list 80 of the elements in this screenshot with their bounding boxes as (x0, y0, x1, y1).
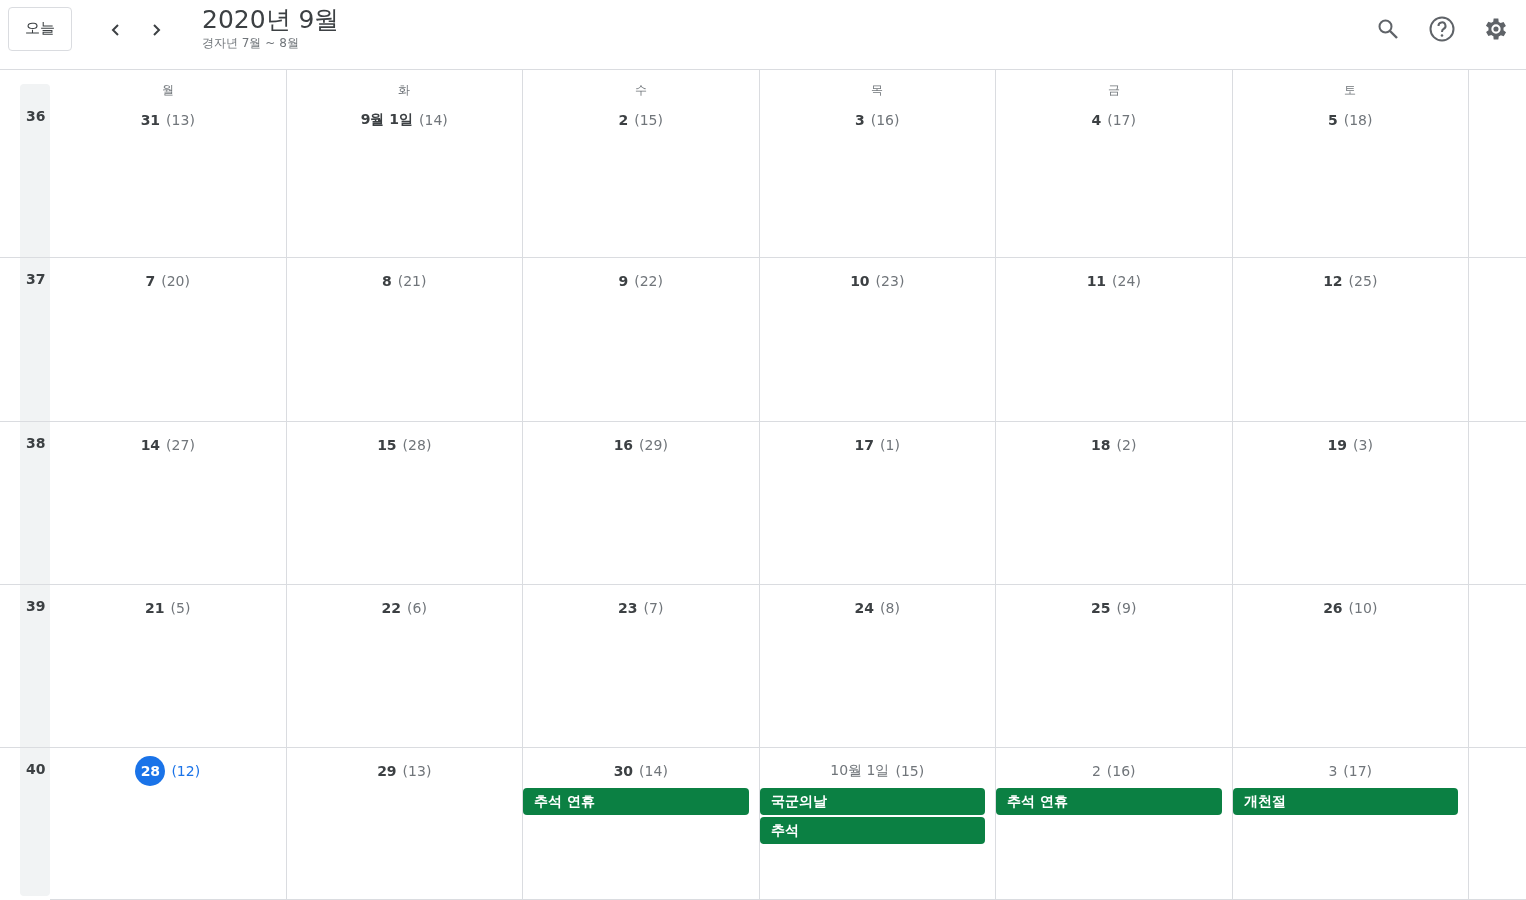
lunar-subtitle: 경자년 7월 ~ 8월 (202, 35, 300, 52)
event-chip[interactable]: 추석 (759, 817, 985, 844)
week-number: 39 (26, 598, 46, 614)
week-number: 37 (26, 271, 46, 287)
date-number[interactable]: 19 (1327, 437, 1348, 453)
lunar-date: (16) (1106, 763, 1136, 779)
lunar-date: (13) (402, 763, 432, 779)
date-number[interactable]: 12 (1323, 273, 1343, 289)
date-number[interactable]: 3 (1328, 763, 1338, 779)
lunar-date: (7) (643, 600, 664, 616)
date-number[interactable]: 9 (618, 273, 629, 289)
lunar-date: (29) (639, 437, 668, 453)
date-number[interactable]: 23 (618, 600, 638, 616)
event-chip[interactable]: 추석 연휴 (996, 788, 1222, 815)
week-number: 40 (26, 761, 46, 777)
weekday-label: 목 (870, 82, 885, 99)
date-number[interactable]: 29 (377, 763, 397, 779)
date-number[interactable]: 31 (140, 112, 161, 128)
date-number[interactable]: 15 (377, 437, 397, 453)
lunar-date: (14) (419, 112, 448, 128)
month-title: 2020년 9월 (202, 5, 340, 35)
date-number[interactable]: 11 (1086, 273, 1107, 289)
date-number[interactable]: 3 (855, 112, 865, 128)
date-number[interactable]: 5 (1328, 112, 1338, 128)
lunar-date: (8) (880, 600, 900, 616)
lunar-date: (23) (875, 273, 905, 289)
date-number[interactable]: 16 (613, 437, 634, 453)
date-number[interactable]: 2 (618, 112, 629, 128)
date-number[interactable]: 17 (854, 437, 875, 453)
lunar-date: (16) (870, 112, 900, 128)
date-number[interactable]: 8 (382, 273, 392, 289)
lunar-date: (20) (161, 273, 190, 289)
weekday-label: 월 (160, 82, 175, 99)
lunar-date: (14) (639, 763, 668, 779)
date-number[interactable]: 25 (1091, 600, 1111, 616)
date-number[interactable]: 7 (145, 273, 156, 289)
date-number[interactable]: 10 (850, 273, 870, 289)
lunar-date: (21) (397, 273, 427, 289)
week-number: 38 (26, 435, 46, 451)
lunar-date: (13) (166, 112, 195, 128)
lunar-date: (3) (1353, 437, 1373, 453)
lunar-date: (25) (1348, 273, 1378, 289)
lunar-date: (17) (1107, 112, 1136, 128)
date-number[interactable]: 2 (1091, 763, 1101, 779)
date-number[interactable]: 18 (1091, 437, 1111, 453)
date-number[interactable]: 30 (613, 763, 634, 779)
lunar-date: (24) (1112, 273, 1141, 289)
date-number[interactable]: 26 (1323, 600, 1343, 616)
lunar-date: (28) (402, 437, 432, 453)
lunar-date: (2) (1116, 437, 1137, 453)
date-number[interactable]: 14 (140, 437, 161, 453)
weekday-label: 토 (1343, 82, 1358, 99)
today-button[interactable]: 오늘 (8, 6, 72, 51)
lunar-date: (27) (166, 437, 195, 453)
date-number[interactable]: 21 (145, 600, 165, 616)
lunar-date: (6) (407, 600, 427, 616)
date-number[interactable]: 10월 1일 (830, 762, 890, 780)
weekday-label: 화 (397, 82, 412, 99)
lunar-date: (10) (1348, 600, 1378, 616)
lunar-date: (22) (634, 273, 663, 289)
date-number[interactable]: 22 (381, 600, 402, 616)
week-number: 36 (26, 108, 46, 124)
event-chip[interactable]: 추석 연휴 (523, 788, 749, 815)
lunar-date: (1) (880, 437, 900, 453)
lunar-date: (5) (170, 600, 191, 616)
lunar-date: (9) (1116, 600, 1137, 616)
date-number[interactable]: 24 (854, 600, 875, 616)
lunar-date: (15) (895, 763, 925, 779)
weekday-label: 금 (1106, 82, 1121, 99)
event-chip[interactable]: 국군의날 (759, 788, 985, 815)
date-number[interactable]: 9월 1일 (360, 111, 414, 129)
lunar-date: (12) (171, 763, 201, 779)
date-number[interactable]: 28 (135, 756, 166, 786)
lunar-date: (15) (634, 112, 663, 128)
lunar-date: (17) (1343, 763, 1373, 779)
help-icon (1428, 14, 1456, 43)
weekday-label: 수 (633, 82, 648, 99)
lunar-date: (18) (1343, 112, 1373, 128)
date-number[interactable]: 4 (1091, 112, 1102, 128)
event-chip[interactable]: 개천절 (1232, 788, 1458, 815)
